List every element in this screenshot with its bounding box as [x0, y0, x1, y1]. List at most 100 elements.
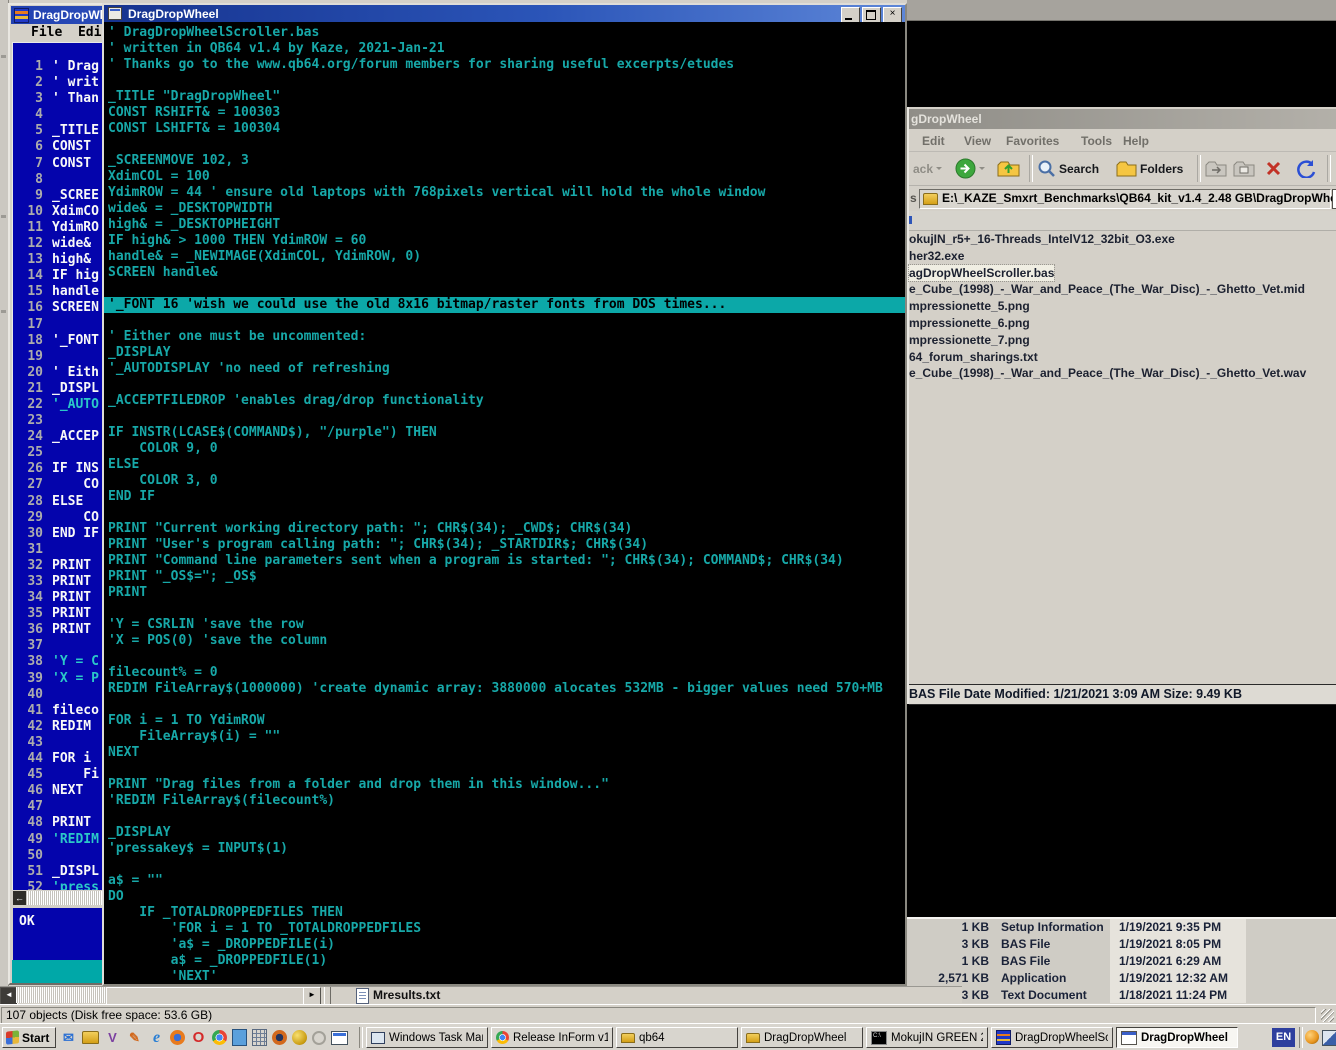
taskbar-window-button[interactable]: DragDropWheel [1116, 1027, 1238, 1048]
details-row[interactable]: 3 KB BAS File 1/19/2021 8:05 PM [907, 936, 1336, 953]
tray-app-icon[interactable] [1322, 1030, 1336, 1046]
taskbar-window-button[interactable]: Release InForm v1.2... [491, 1027, 613, 1048]
file-list: okujIN_r5+_16-Threads_IntelV12_32bit_O3.… [909, 231, 1336, 382]
console-line: 'X = POS(0) 'save the column [108, 633, 905, 649]
back-button[interactable]: ack [913, 152, 942, 185]
line-number: 49 [13, 832, 43, 848]
close-button[interactable]: × [883, 7, 902, 23]
console-line: handle& = _NEWIMAGE(XdimCOL, YdimROW, 0) [108, 249, 905, 265]
selection-mark [909, 216, 912, 224]
explorer-menu-item[interactable]: Edit [922, 131, 945, 151]
forward-dropdown-icon[interactable] [979, 167, 985, 173]
explorer-titlebar[interactable]: gDropWheel [909, 109, 1336, 129]
line-number: 43 [13, 735, 43, 751]
console-line: ' DragDropWheelScroller.bas [108, 25, 905, 41]
line-number: 50 [13, 848, 43, 864]
details-row[interactable]: 1 KB BAS File 1/19/2021 6:29 AM [907, 953, 1336, 970]
line-number: 12 [13, 236, 43, 252]
file-size: 1 KB [907, 919, 989, 936]
console-line: FileArray$(i) = "" [108, 729, 905, 745]
list-scroll-row: ◄ ► Mresults.txt [0, 986, 962, 1004]
console-line: IF INSTR(LCASE$(COMMAND$), "/purple") TH… [108, 425, 905, 441]
scrollbar-thumb[interactable] [106, 987, 304, 1005]
console-line: PRINT "_OS$="; _OS$ [108, 569, 905, 585]
minimize-button[interactable] [841, 7, 860, 23]
file-list-item[interactable]: mpressionette_5.png [909, 298, 1336, 315]
back-dropdown-icon[interactable] [936, 167, 942, 173]
folders-button[interactable]: Folders [1116, 152, 1183, 185]
scroll-left-icon[interactable]: ← [13, 891, 26, 905]
file-list-item[interactable]: mpressionette_6.png [909, 315, 1336, 332]
maximize-button[interactable] [862, 7, 881, 23]
console-line [108, 73, 905, 89]
file-list-item[interactable]: e_Cube_(1998)_-_War_and_Peace_(The_War_D… [909, 365, 1336, 382]
quicklaunch-icon[interactable] [252, 1029, 267, 1046]
quicklaunch-icon[interactable] [272, 1030, 287, 1045]
explorer-menu-item[interactable]: View [964, 131, 991, 151]
taskbar-window-button[interactable]: MokujIN GREEN 21... [866, 1027, 988, 1048]
taskbar-button-icon [496, 1031, 509, 1044]
file-list-item[interactable]: okujIN_r5+_16-Threads_IntelV12_32bit_O3.… [909, 231, 1336, 248]
console-window: DragDropWheel × ' DragDropWheelScroller.… [102, 3, 907, 986]
line-number: 41 [13, 703, 43, 719]
taskbar-window-button[interactable]: DragDropWheelScr... [991, 1027, 1113, 1048]
taskbar-window-button[interactable]: qb64 [616, 1027, 738, 1048]
line-number: 2 [13, 75, 43, 91]
taskbar-window-button[interactable]: Windows Task Man... [366, 1027, 488, 1048]
quicklaunch-icon[interactable] [60, 1029, 77, 1046]
search-button[interactable]: Search [1037, 152, 1099, 185]
line-number: 34 [13, 590, 43, 606]
copy-to-button[interactable] [1233, 152, 1255, 185]
quicklaunch-icon[interactable] [292, 1030, 307, 1045]
line-number: 8 [13, 172, 43, 188]
file-list-item[interactable]: her32.exe [909, 248, 1336, 265]
quicklaunch-icon[interactable] [232, 1029, 247, 1046]
quicklaunch-icon[interactable] [170, 1030, 185, 1045]
move-to-button[interactable] [1205, 152, 1227, 185]
console-line: XdimCOL = 100 [108, 169, 905, 185]
pane-splitter[interactable] [324, 987, 331, 1004]
file-list-item[interactable]: mpressionette_7.png [909, 332, 1336, 349]
details-row[interactable]: 3 KB Text Document 1/18/2021 11:24 PM [907, 987, 1336, 1004]
quicklaunch-icon[interactable] [190, 1029, 207, 1046]
quicklaunch-icon[interactable] [212, 1030, 227, 1045]
console-titlebar[interactable]: DragDropWheel [104, 5, 905, 22]
details-row[interactable]: 2,571 KB Application 1/19/2021 12:32 AM [907, 970, 1336, 987]
quicklaunch-icon[interactable] [104, 1029, 121, 1046]
delete-button[interactable] [1265, 152, 1282, 185]
go-button[interactable] [1332, 189, 1336, 209]
quicklaunch-icon[interactable] [82, 1031, 99, 1044]
line-number: 7 [13, 156, 43, 172]
explorer-menu-item[interactable]: Help [1123, 131, 1149, 151]
resize-grip[interactable] [1321, 1009, 1334, 1022]
explorer-menu-item[interactable]: Tools [1081, 131, 1112, 151]
up-button[interactable] [997, 152, 1020, 185]
list-file-item[interactable]: Mresults.txt [373, 987, 440, 1004]
file-list-item[interactable]: agDropWheelScroller.bas [909, 265, 1336, 282]
taskbar-button-icon [621, 1033, 635, 1043]
quicklaunch-icon[interactable] [126, 1029, 143, 1046]
file-list-item[interactable]: e_Cube_(1998)_-_War_and_Peace_(The_War_D… [909, 281, 1336, 298]
quicklaunch-icon[interactable] [331, 1031, 348, 1045]
explorer-menubar: Edit View Favorites Tools Help [909, 131, 1336, 152]
scroll-right-icon[interactable]: ► [303, 987, 321, 1005]
explorer-menu-item[interactable]: Favorites [1006, 131, 1059, 151]
forward-button[interactable] [955, 152, 985, 185]
undo-button[interactable] [1295, 152, 1317, 185]
start-button[interactable]: Start [2, 1027, 56, 1048]
line-number: 28 [13, 494, 43, 510]
tray-ball-icon[interactable] [1305, 1030, 1319, 1044]
file-tooltip: BAS File Date Modified: 1/21/2021 3:09 A… [909, 684, 1336, 705]
language-indicator[interactable]: EN [1272, 1028, 1295, 1047]
line-code: Fi [52, 767, 99, 782]
taskbar-window-button[interactable]: DragDropWheel [741, 1027, 863, 1048]
quicklaunch-icon[interactable] [312, 1031, 326, 1045]
line-code: CONST [52, 156, 91, 171]
line-number: 37 [13, 638, 43, 654]
file-list-item[interactable]: 64_forum_sharings.txt [909, 349, 1336, 366]
quicklaunch-icon[interactable] [148, 1029, 165, 1046]
address-field[interactable]: E:\_KAZE_Smxrt_Benchmarks\QB64_kit_v1.4_… [919, 189, 1331, 209]
details-row[interactable]: 1 KB Setup Information 1/19/2021 9:35 PM [907, 919, 1336, 936]
scrollbar-track[interactable] [16, 987, 106, 1003]
line-number: 1 [13, 59, 43, 75]
